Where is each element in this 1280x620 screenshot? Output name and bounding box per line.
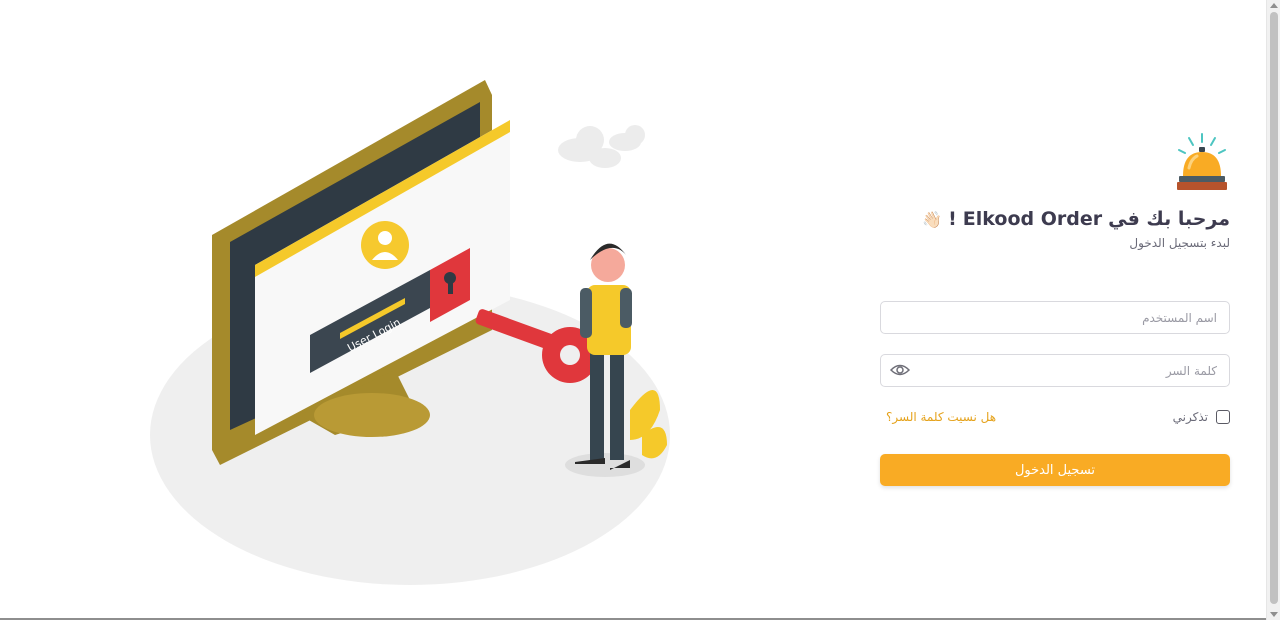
login-illustration: User Login [150,70,710,590]
cloud-icon [558,125,645,168]
scroll-down-arrow-icon[interactable] [1270,612,1278,617]
forgot-password-link[interactable]: هل نسيت كلمة السر؟ [886,410,996,424]
username-input[interactable] [880,301,1230,334]
remember-me[interactable]: تذكرني [1173,410,1230,424]
eye-icon[interactable] [889,362,911,378]
scroll-thumb[interactable] [1270,12,1278,604]
scroll-up-arrow-icon[interactable] [1270,3,1278,8]
welcome-suffix: ! [948,208,957,230]
service-bell-icon [1171,128,1233,194]
welcome-prefix: مرحبا بك في [1108,208,1230,230]
password-input[interactable] [880,354,1230,387]
brand-name: Elkood Order [962,208,1103,230]
vertical-scrollbar[interactable] [1266,0,1280,620]
login-button[interactable]: تسجيل الدخول [880,454,1230,486]
welcome-title: مرحبا بك في Elkood Order! 👋🏻 [880,208,1230,230]
remember-checkbox[interactable] [1216,410,1230,424]
login-panel: مرحبا بك في Elkood Order! 👋🏻 لبدء بتسجيل … [880,128,1233,486]
waving-hand-icon: 👋🏻 [922,209,943,229]
remember-label: تذكرني [1172,410,1208,424]
welcome-subtitle: لبدء بتسجيل الدخول [1129,236,1230,250]
